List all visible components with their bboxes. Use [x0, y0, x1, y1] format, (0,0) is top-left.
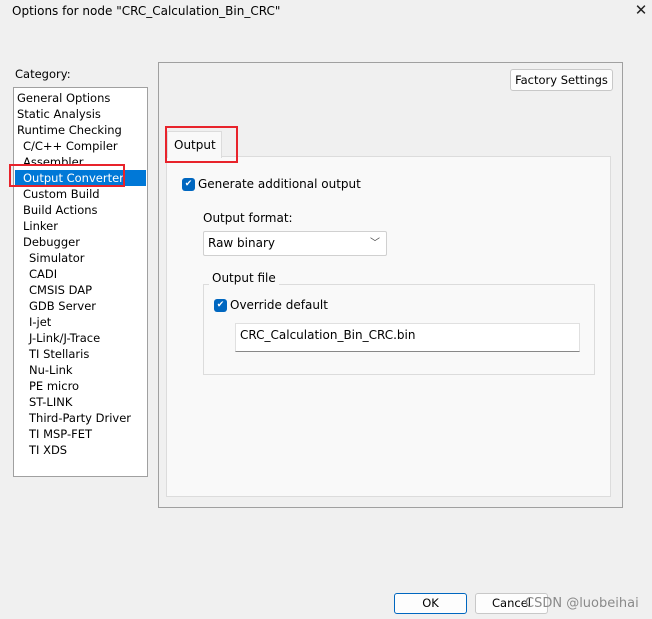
output-file-input[interactable]: CRC_Calculation_Bin_CRC.bin	[235, 323, 580, 352]
category-item[interactable]: C/C++ Compiler	[15, 138, 146, 154]
category-item[interactable]: Build Actions	[15, 202, 146, 218]
category-item[interactable]: CADI	[15, 266, 146, 282]
category-item[interactable]: CMSIS DAP	[15, 282, 146, 298]
category-label: Category:	[15, 67, 71, 81]
chevron-down-icon: ﹀	[370, 238, 380, 249]
category-item[interactable]: J-Link/J-Trace	[15, 330, 146, 346]
category-item[interactable]: TI MSP-FET	[15, 426, 146, 442]
close-icon[interactable]: ✕	[632, 1, 650, 21]
category-item[interactable]: GDB Server	[15, 298, 146, 314]
output-format-value: Raw binary	[208, 236, 276, 250]
category-item[interactable]: Static Analysis	[15, 106, 146, 122]
category-item[interactable]: Custom Build	[15, 186, 146, 202]
factory-settings-button[interactable]: Factory Settings	[510, 69, 613, 91]
category-item[interactable]: Simulator	[15, 250, 146, 266]
category-list[interactable]: General Options Static Analysis Runtime Ch…	[13, 87, 148, 477]
category-item[interactable]: Third-Party Driver	[15, 410, 146, 426]
highlight-box	[9, 164, 125, 187]
generate-output-label: Generate additional output	[198, 177, 361, 191]
check-icon: ✔	[184, 179, 193, 189]
output-file-title: Output file	[209, 271, 279, 285]
check-icon: ✔	[216, 300, 225, 310]
category-item[interactable]: Debugger	[15, 234, 146, 250]
generate-output-checkbox[interactable]: ✔	[182, 178, 195, 191]
output-format-select[interactable]: Raw binary ﹀	[203, 231, 387, 256]
category-item[interactable]: Nu-Link	[15, 362, 146, 378]
output-format-label: Output format:	[203, 211, 293, 225]
ok-button[interactable]: OK	[394, 593, 467, 614]
watermark: CSDN @luobeihai	[525, 596, 639, 611]
category-item[interactable]: ST-LINK	[15, 394, 146, 410]
category-item[interactable]: Runtime Checking	[15, 122, 146, 138]
category-item[interactable]: TI Stellaris	[15, 346, 146, 362]
override-default-label: Override default	[230, 298, 328, 312]
window-title: Options for node "CRC_Calculation_Bin_CR…	[12, 4, 281, 18]
category-item[interactable]: TI XDS	[15, 442, 146, 458]
category-item[interactable]: General Options	[15, 90, 146, 106]
highlight-box	[165, 126, 238, 163]
override-default-checkbox[interactable]: ✔	[214, 299, 227, 312]
category-item[interactable]: Linker	[15, 218, 146, 234]
category-item[interactable]: PE micro	[15, 378, 146, 394]
category-item[interactable]: I-jet	[15, 314, 146, 330]
